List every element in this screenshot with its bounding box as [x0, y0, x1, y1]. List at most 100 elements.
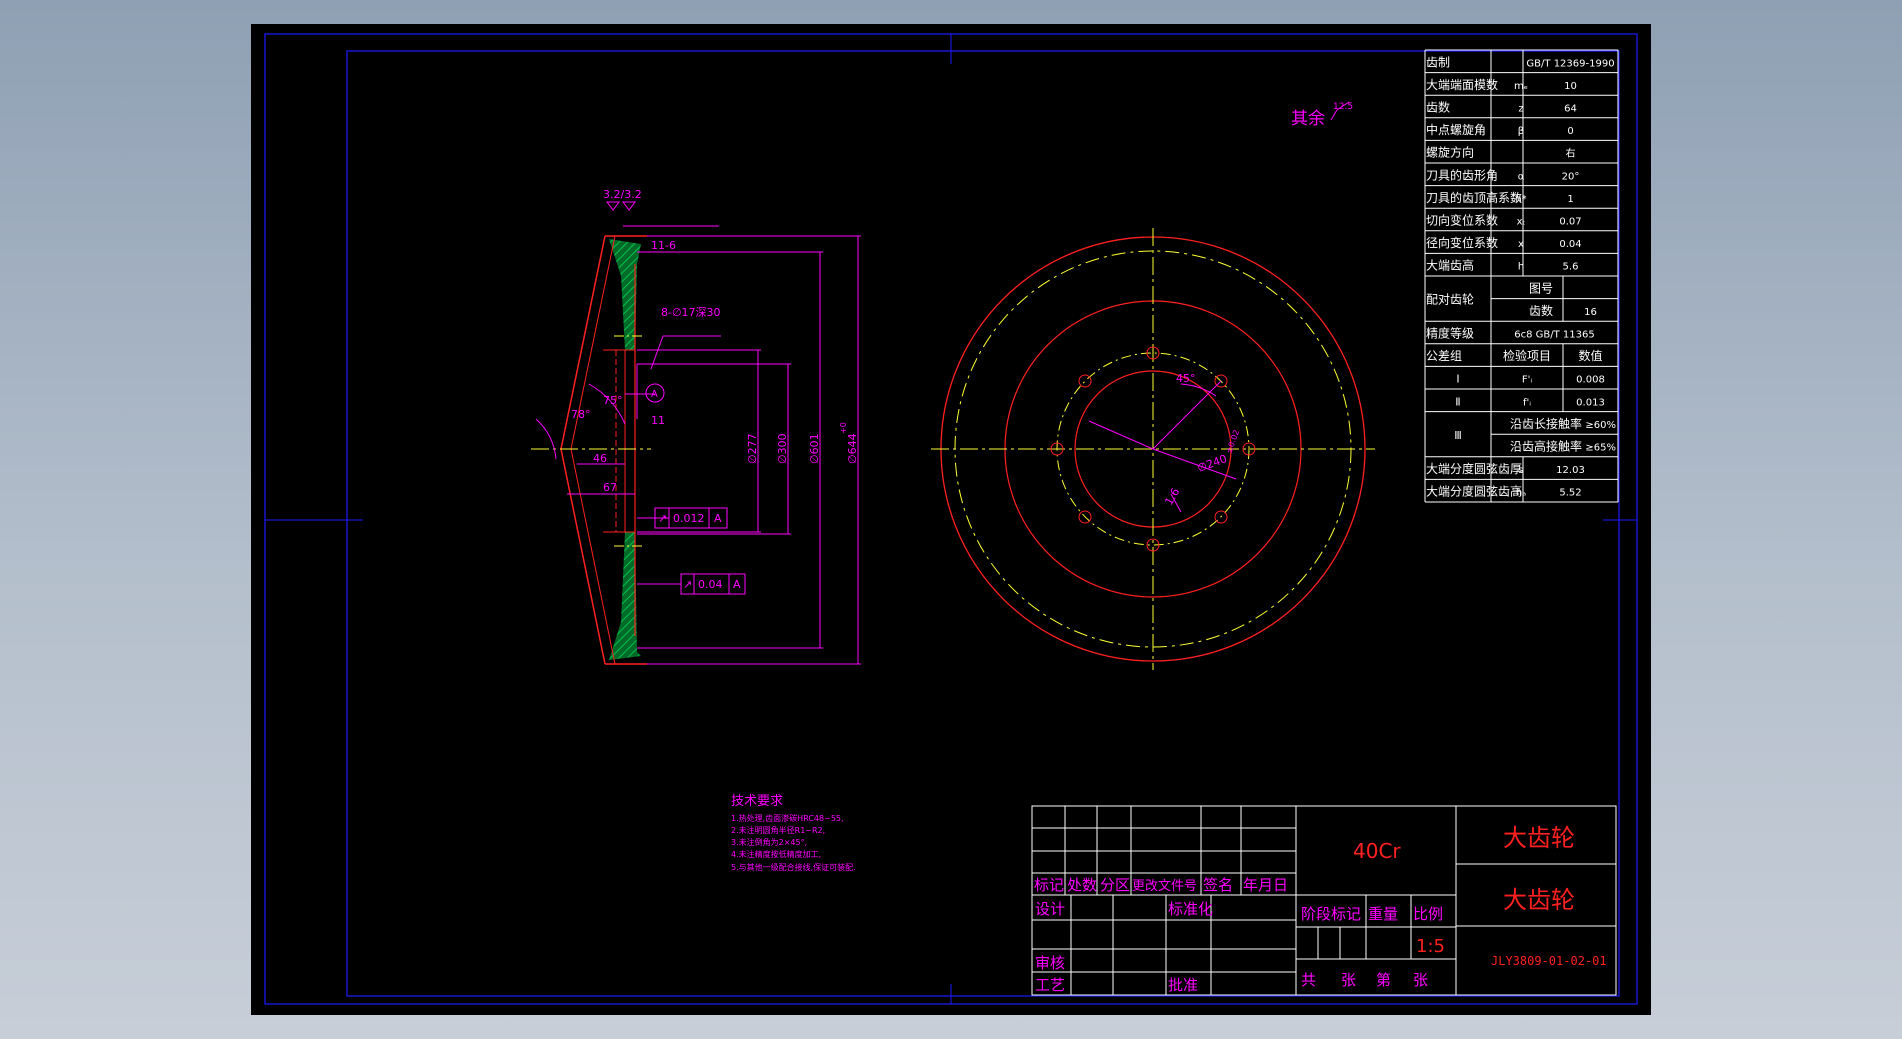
param-name-4: 螺旋方向 — [1426, 145, 1474, 160]
tb-design: 设计 — [1035, 900, 1065, 918]
param-value-2: 64 — [1564, 103, 1577, 114]
param-value-5: 20° — [1562, 171, 1580, 182]
dim-46-label: 46 — [593, 452, 607, 465]
contact-long: 沿齿长接触率 — [1510, 416, 1582, 431]
section-outline-left — [560, 235, 606, 665]
param-value-10: 6c8 GB/T 11365 — [1514, 329, 1594, 340]
tb-header-change: 更改文件号 — [1132, 879, 1197, 894]
param-value-1: 10 — [1564, 81, 1577, 92]
tb-material: 40Cr — [1353, 839, 1401, 863]
param-value-4: 右 — [1566, 147, 1576, 160]
surface-roughness-note: 其余 12.5 — [1291, 101, 1353, 129]
tech-req-item-1: 1.热处理,齿面渗碳HRC48~55, — [731, 813, 844, 823]
param-symbol-1: mₑ — [1514, 81, 1528, 92]
holes-label: 8-∅17深30 — [661, 306, 721, 319]
tb-sheets-total: 共 — [1301, 971, 1316, 989]
tb-sheets-unit-2: 张 — [1413, 971, 1428, 989]
tol-row-symbol-0: F'ᵢ — [1522, 375, 1533, 386]
param-name-9: 大端齿高 — [1426, 258, 1474, 273]
contact-long-value: ≥60% — [1585, 420, 1616, 431]
tb-scale-label: 比例 — [1413, 905, 1443, 923]
param-name-11: 大端分度圆弦齿厚 — [1426, 461, 1522, 476]
param-value-0: GB/T 12369-1990 — [1526, 58, 1614, 69]
tol-row-group-1: Ⅱ — [1455, 395, 1460, 408]
tol-group-label: 公差组 — [1426, 349, 1462, 363]
param-symbol-7: xₜ — [1517, 216, 1526, 227]
tb-check: 审核 — [1035, 954, 1065, 972]
param-value-11: 12.03 — [1556, 465, 1585, 476]
tol-item-header: 检验项目 — [1503, 348, 1551, 363]
tb-part-name-2: 大齿轮 — [1503, 886, 1575, 914]
tb-header-date: 年月日 — [1243, 876, 1288, 894]
section-view: 3.2/3.2 11-6 8-∅17深30 75° 78° 46 67 11 ∅… — [531, 188, 861, 665]
runout-2-symbol: ↗ — [683, 578, 692, 591]
param-value-12: 5.52 — [1559, 488, 1581, 499]
angle-face-label: 78° — [571, 408, 591, 421]
dim-top-label: 11-6 — [651, 239, 676, 252]
tb-drawing-number: JLY3809-01-02-01 — [1491, 954, 1607, 968]
tb-weight: 重量 — [1368, 905, 1398, 923]
param-name-6: 刀具的齿顶高系数 — [1426, 190, 1522, 205]
param-symbol-6: h* — [1515, 194, 1526, 205]
param-value-3: 0 — [1567, 126, 1573, 137]
cad-viewport[interactable]: 其余 12.5 3.2/3.2 11-6 8-∅17深30 75° 78° 46… — [251, 24, 1651, 1015]
param-value-6: 1 — [1567, 194, 1573, 205]
front-view: 45° ∅240 ±0.02 1.6 — [931, 228, 1375, 670]
title-block: 标记 处数 分区 更改文件号 签名 年月日 设计 标准化 审核 工艺 批准 阶段… — [1031, 805, 1617, 996]
dim-67-label: 67 — [603, 481, 617, 494]
param-name-10: 精度等级 — [1426, 325, 1474, 340]
runout-1-symbol: ↗ — [658, 512, 667, 525]
tb-header-count: 处数 — [1067, 876, 1097, 894]
tech-req-title: 技术要求 — [731, 794, 783, 809]
tol-row-value-0: 0.008 — [1576, 375, 1605, 386]
tol-644-label: +0 — [839, 422, 848, 434]
tech-req-item-3: 3.未注倒角为2×45°, — [731, 837, 807, 847]
roughness-note-label: 其余 — [1291, 109, 1325, 129]
gear-section-hatch-bottom — [609, 532, 641, 660]
cad-drawing: 其余 12.5 3.2/3.2 11-6 8-∅17深30 75° 78° 46… — [264, 33, 1638, 1005]
tb-part-name-1: 大齿轮 — [1503, 824, 1575, 852]
tb-header-zone: 分区 — [1100, 876, 1130, 894]
dim-d277-label: ∅277 — [746, 433, 759, 464]
angle-back-label: 75° — [603, 394, 623, 407]
front-small-dim: 1.6 — [1162, 486, 1182, 508]
tb-sheets-unit-1: 张 — [1341, 971, 1356, 989]
dim-d644-label: ∅644 — [846, 433, 859, 464]
tech-req-item-2: 2.未注明圆角半径R1~R2, — [731, 825, 825, 835]
contact-high-value: ≥65% — [1585, 442, 1616, 453]
runout-1-value: 0.012 — [673, 512, 705, 525]
gear-parameter-table: 齿制 GB/T 12369-1990大端端面模数 mₑ 10齿数 z 64中点螺旋角 β 0螺… — [1424, 49, 1619, 503]
runout-2-datum: A — [733, 578, 741, 591]
front-angle-label: 45° — [1176, 372, 1196, 385]
tb-approve: 批准 — [1168, 976, 1198, 994]
mating-teeth-label: 齿数 — [1529, 303, 1553, 318]
tb-header-sign: 签名 — [1203, 876, 1233, 894]
tol-row-group-0: Ⅰ — [1456, 373, 1459, 386]
tol-row-value-1: 0.013 — [1576, 397, 1605, 408]
tol-group3: Ⅲ — [1454, 429, 1462, 442]
param-name-2: 齿数 — [1426, 99, 1450, 114]
param-value-8: 0.04 — [1559, 239, 1581, 250]
front-pcd-tol: ±0.02 — [1224, 429, 1241, 455]
runout-1-datum: A — [714, 512, 722, 525]
tb-scale-value: 1:5 — [1416, 936, 1445, 957]
mating-drawing-no-label: 图号 — [1529, 281, 1553, 295]
param-value-7: 0.07 — [1559, 216, 1581, 227]
contact-high: 沿齿高接触率 — [1510, 438, 1582, 453]
tb-header-mark: 标记 — [1034, 876, 1064, 894]
runout-2-value: 0.04 — [698, 578, 723, 591]
front-pcd-label: ∅240 — [1196, 452, 1229, 475]
param-symbol-5: α — [1518, 171, 1525, 182]
mating-gear-label: 配对齿轮 — [1426, 293, 1474, 307]
tb-process: 工艺 — [1035, 976, 1065, 994]
roughness-note-value: 12.5 — [1333, 102, 1353, 112]
dim-11-label: 11 — [651, 414, 665, 427]
tb-standardize: 标准化 — [1168, 900, 1213, 918]
mating-teeth: 16 — [1584, 307, 1597, 318]
param-name-0: 齿制 — [1426, 55, 1450, 69]
param-name-1: 大端端面模数 — [1426, 77, 1498, 92]
tb-sheets-no: 第 — [1376, 971, 1391, 989]
param-value-9: 5.6 — [1563, 262, 1579, 273]
param-symbol-12: hₐ — [1516, 488, 1526, 499]
param-name-8: 径向变位系数 — [1426, 235, 1498, 250]
